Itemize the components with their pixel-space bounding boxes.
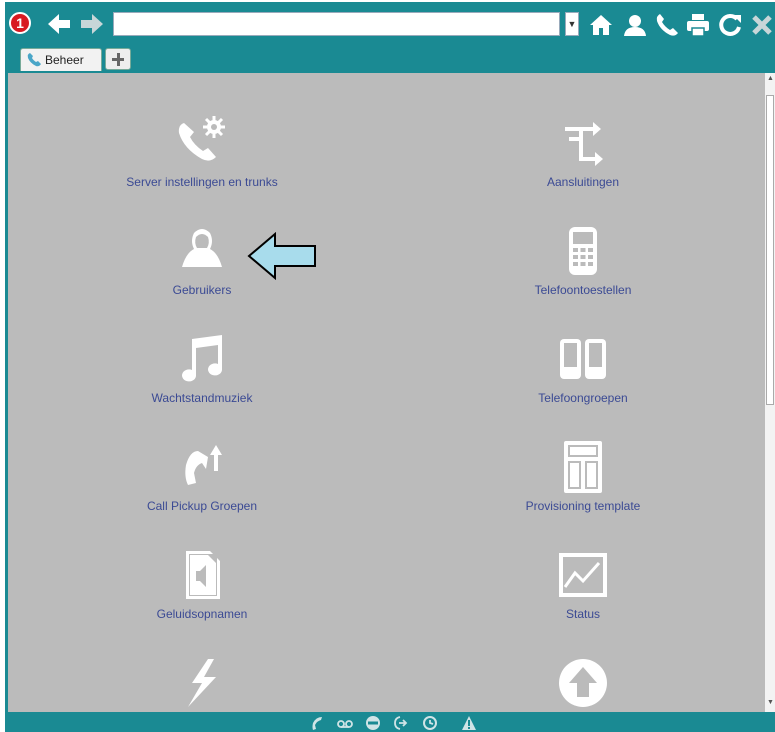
menu-item-label: Status bbox=[565, 607, 601, 621]
forward-call-icon[interactable] bbox=[393, 715, 409, 731]
menu-item-label: Geluidsopnamen bbox=[156, 607, 248, 621]
sound-file-icon bbox=[186, 551, 220, 599]
menu-item-aansluitingen[interactable]: Aansluitingen bbox=[473, 115, 693, 189]
handset-icon[interactable] bbox=[310, 715, 326, 731]
menu-item-telefoongroepen[interactable]: Telefoongroepen bbox=[473, 331, 693, 405]
content-scrollbar[interactable]: ▲ ▼ bbox=[765, 73, 775, 712]
phone-icon[interactable] bbox=[654, 12, 680, 38]
main-content: Server instellingen en trunks Gebruikers… bbox=[8, 73, 765, 712]
menu-item-call-pickup-groepen[interactable]: Call Pickup Groepen bbox=[92, 439, 312, 513]
menu-item-label: Telefoongroepen bbox=[538, 391, 628, 405]
menu-item-label: Wachtstandmuziek bbox=[151, 391, 253, 405]
phone-icon bbox=[27, 53, 41, 67]
pointer-arrow-icon bbox=[247, 232, 316, 280]
call-pickup-icon bbox=[185, 445, 222, 485]
top-toolbar: 1 ▼ bbox=[5, 2, 775, 46]
tab-label: Beheer bbox=[45, 53, 84, 67]
add-tab-button[interactable] bbox=[105, 48, 131, 70]
menu-item-server-instellingen[interactable]: Server instellingen en trunks bbox=[92, 115, 312, 189]
menu-item-upload[interactable] bbox=[473, 655, 693, 712]
menu-item-label: Server instellingen en trunks bbox=[126, 175, 278, 189]
close-icon[interactable] bbox=[749, 12, 775, 38]
menu-item-lightning[interactable] bbox=[92, 655, 312, 712]
deskphone-icon bbox=[569, 227, 597, 275]
status-bar bbox=[5, 712, 775, 732]
phone-group-icon bbox=[560, 339, 606, 379]
address-dropdown-button[interactable]: ▼ bbox=[565, 12, 579, 36]
menu-item-telefoontoestellen[interactable]: Telefoontoestellen bbox=[473, 223, 693, 297]
scroll-down-arrow-icon[interactable]: ▼ bbox=[767, 699, 774, 706]
warning-icon[interactable] bbox=[461, 715, 477, 731]
menu-item-label: Gebruikers bbox=[172, 283, 232, 297]
menu-item-label: Telefoontoestellen bbox=[534, 283, 632, 297]
refresh-icon[interactable] bbox=[717, 12, 743, 38]
voicemail-icon[interactable] bbox=[337, 715, 353, 731]
users-icon[interactable] bbox=[622, 12, 648, 38]
address-input[interactable] bbox=[113, 12, 560, 36]
phone-gear-icon bbox=[178, 116, 225, 161]
menu-item-label: Aansluitingen bbox=[546, 175, 620, 189]
menu-item-wachtstandmuziek[interactable]: Wachtstandmuziek bbox=[92, 331, 312, 405]
forward-icon[interactable] bbox=[78, 10, 106, 38]
scroll-up-arrow-icon[interactable]: ▲ bbox=[767, 75, 774, 82]
menu-item-geluidsopnamen[interactable]: Geluidsopnamen bbox=[92, 547, 312, 621]
print-icon[interactable] bbox=[685, 12, 711, 38]
users-icon bbox=[182, 229, 222, 267]
scrollbar-thumb[interactable] bbox=[766, 95, 774, 405]
back-icon[interactable] bbox=[45, 10, 73, 38]
menu-item-provisioning-template[interactable]: Provisioning template bbox=[473, 439, 693, 513]
tab-beheer[interactable]: Beheer bbox=[20, 48, 102, 71]
lightning-icon bbox=[188, 659, 216, 707]
template-icon bbox=[564, 441, 602, 493]
history-icon[interactable] bbox=[422, 715, 438, 731]
menu-item-status[interactable]: Status bbox=[473, 547, 693, 621]
menu-item-label: Provisioning template bbox=[525, 499, 641, 513]
home-icon[interactable] bbox=[588, 12, 614, 38]
connections-icon bbox=[565, 122, 603, 166]
upload-icon bbox=[559, 659, 607, 707]
app-window: 1 ▼ Beheer Server instellingen en trunks… bbox=[5, 2, 775, 732]
menu-item-label: Call Pickup Groepen bbox=[146, 499, 258, 513]
music-note-icon bbox=[182, 335, 223, 382]
dnd-icon[interactable] bbox=[365, 715, 381, 731]
notification-badge[interactable]: 1 bbox=[9, 12, 31, 34]
status-chart-icon bbox=[559, 553, 607, 597]
